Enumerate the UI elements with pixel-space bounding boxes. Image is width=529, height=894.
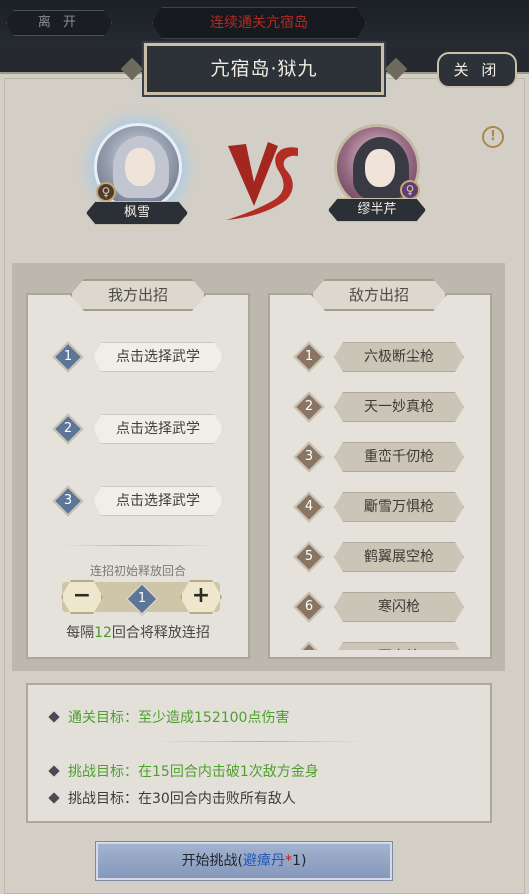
info-icon[interactable]: ! <box>482 126 504 148</box>
enemy-skill-number-7: 7 <box>293 641 325 650</box>
my-moves-title: 我方出招 <box>70 279 206 311</box>
divider <box>60 545 216 546</box>
enemy-moves-title: 敌方出招 <box>311 279 447 311</box>
enemy-gender-icon: ♀ <box>400 180 420 200</box>
bullet-icon <box>48 792 60 804</box>
enemy-skill-number-3: 3 <box>293 441 325 473</box>
combo-interval-note: 每隔12回合将释放连招 <box>30 622 246 642</box>
page-title: 亢宿岛·狱九 <box>144 43 384 95</box>
bullet-icon <box>48 711 60 723</box>
skill-slot-3[interactable]: 点击选择武学 <box>93 486 223 516</box>
note-number: 12 <box>94 625 112 641</box>
enemy-name: 缪半芹 <box>328 198 426 222</box>
combo-start-label: 连招初始释放回合 <box>89 564 186 578</box>
player-gender-icon: ♀ <box>96 182 116 202</box>
slot-number-text: 1 <box>63 349 73 364</box>
start-challenge-button[interactable]: 开始挑战(避瘴丹*1) <box>96 842 392 880</box>
skill-number-text: 6 <box>304 599 314 614</box>
player-name: 枫雪 <box>86 201 188 225</box>
skill-number-text: 5 <box>304 549 314 564</box>
start-label-end: ) <box>300 853 307 869</box>
enemy-skill-list[interactable]: 1 六极断尘枪 2 天一妙真枪 3 重峦千仞枪 4 斸雪万惧枪 5 鹤翼展空枪 … <box>270 330 490 650</box>
goal-text: 通关目标：至少造成152100点伤害 <box>68 710 290 726</box>
item-count: 1 <box>292 853 301 869</box>
enemy-skill-5[interactable]: 鹤翼展空枪 <box>334 542 464 572</box>
enemy-skill-number-6: 6 <box>293 591 325 623</box>
note-suffix: 回合将释放连招 <box>111 625 210 641</box>
divider <box>150 741 370 742</box>
hint-banner: 连续通关亢宿岛 <box>152 7 366 39</box>
skill-number-text: 1 <box>304 349 314 364</box>
enemy-skill-number-4: 4 <box>293 491 325 523</box>
leave-button[interactable]: 离 开 <box>6 10 112 36</box>
enemy-skill-number-1: 1 <box>293 341 325 373</box>
vs-icon <box>226 142 298 220</box>
enemy-skill-3[interactable]: 重峦千仞枪 <box>334 442 464 472</box>
face-shape <box>365 149 395 187</box>
skill-slot-1[interactable]: 点击选择武学 <box>93 342 223 372</box>
enemy-skill-number-5: 5 <box>293 541 325 573</box>
goal-text: 挑战目标：在15回合内击破1次敌方金身 <box>68 764 319 780</box>
enemy-skill-2[interactable]: 天一妙真枪 <box>334 392 464 422</box>
stepper-value-text: 1 <box>137 591 147 606</box>
note-prefix: 每隔 <box>66 625 95 641</box>
enemy-skill-number-2: 2 <box>293 391 325 423</box>
enemy-skill-4[interactable]: 斸雪万惧枪 <box>334 492 464 522</box>
enemy-skill-6[interactable]: 寒闪枪 <box>334 592 464 622</box>
skill-number-text: 3 <box>304 449 314 464</box>
bullet-icon <box>48 765 60 777</box>
slot-number-text: 3 <box>63 493 73 508</box>
required-item: 避瘴丹 <box>243 853 286 869</box>
multiplier-mark: * <box>285 853 293 869</box>
start-label: 开始挑战( <box>181 853 244 869</box>
face-shape <box>125 148 155 186</box>
goal-challenge-2: 挑战目标：在30回合内击败所有敌人 <box>48 788 296 808</box>
skill-slot-2[interactable]: 点击选择武学 <box>93 414 223 444</box>
enemy-skill-1[interactable]: 六极断尘枪 <box>334 342 464 372</box>
slot-number-text: 2 <box>63 421 73 436</box>
goal-text: 挑战目标：在30回合内击败所有敌人 <box>68 791 296 807</box>
skill-number-text: 7 <box>300 648 318 650</box>
close-button[interactable]: 关 闭 <box>437 52 517 88</box>
enemy-skill-7[interactable]: 回身枪 <box>334 642 464 650</box>
skill-number-text: 4 <box>304 499 314 514</box>
goal-challenge-1: 挑战目标：在15回合内击破1次敌方金身 <box>48 761 319 781</box>
goal-clear: 通关目标：至少造成152100点伤害 <box>48 707 290 727</box>
skill-number-text: 2 <box>304 399 314 414</box>
